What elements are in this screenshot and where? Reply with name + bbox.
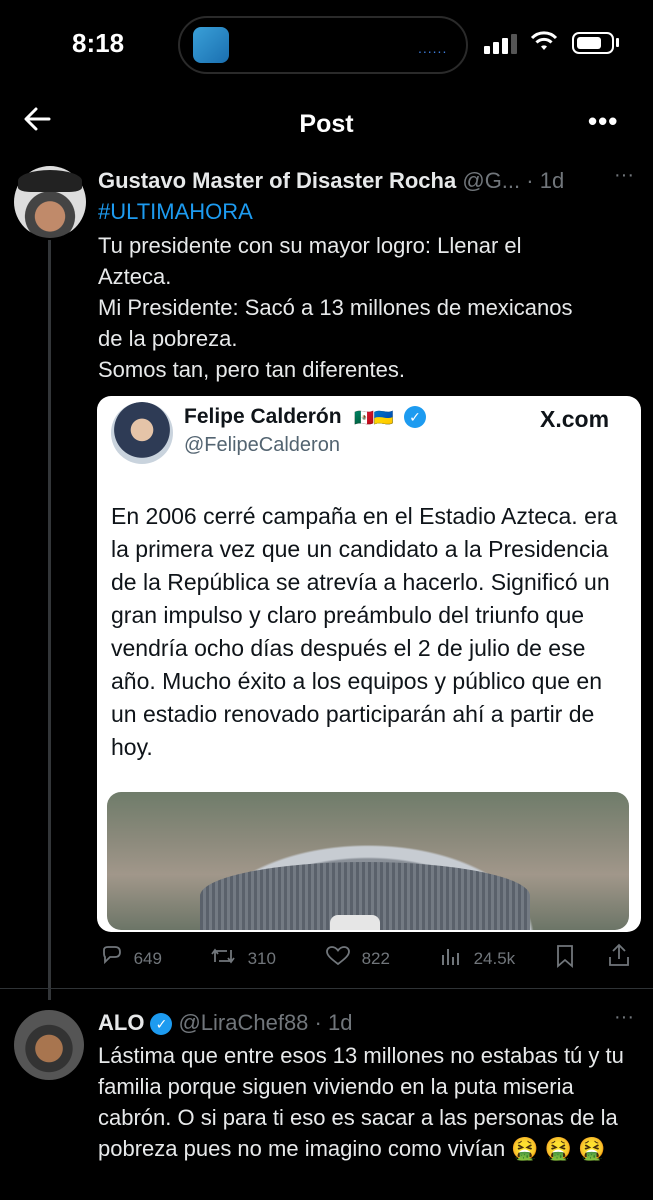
reply-icon bbox=[100, 946, 128, 971]
embedded-author-name: Felipe Calderón bbox=[184, 405, 342, 428]
heart-icon bbox=[326, 946, 356, 971]
now-playing-artwork bbox=[193, 27, 229, 63]
share-icon[interactable] bbox=[608, 942, 630, 974]
post-header: Gustavo Master of Disaster Rocha @G... ·… bbox=[98, 168, 564, 194]
post-age: · 1d bbox=[314, 1010, 353, 1035]
post-text: Tu presidente con su mayor logro: Llenar… bbox=[98, 233, 573, 382]
like-button[interactable]: 822 bbox=[326, 946, 390, 972]
battery-tip bbox=[616, 38, 619, 47]
reply-button[interactable]: 649 bbox=[100, 946, 162, 972]
wifi-icon bbox=[530, 30, 558, 59]
avatar[interactable] bbox=[14, 1010, 84, 1080]
reply-header: ALO ✓ @LiraChef88 · 1d bbox=[98, 1010, 352, 1036]
divider bbox=[0, 988, 653, 989]
post-age: · 1d bbox=[526, 168, 565, 193]
page-title: Post bbox=[299, 110, 354, 138]
embedded-avatar bbox=[111, 402, 173, 464]
avatar-hat bbox=[18, 170, 82, 192]
author-handle[interactable]: @G... bbox=[462, 168, 520, 193]
embedded-author-handle: @FelipeCalderon bbox=[184, 434, 340, 456]
author-name[interactable]: ALO bbox=[98, 1010, 144, 1035]
status-time: 8:18 bbox=[72, 28, 125, 58]
signal-icon bbox=[484, 32, 520, 54]
views-button[interactable]: 24.5k bbox=[440, 946, 515, 972]
bookmark-icon[interactable] bbox=[555, 944, 575, 974]
author-handle[interactable]: @LiraChef88 bbox=[178, 1010, 308, 1035]
source-label: X.com bbox=[540, 406, 610, 432]
thread-connector-line bbox=[48, 240, 51, 1000]
repost-icon bbox=[210, 948, 242, 971]
battery-icon bbox=[572, 32, 614, 54]
views-chart-icon bbox=[440, 949, 468, 971]
post-more-icon[interactable]: ··· bbox=[614, 1006, 634, 1029]
more-options-icon[interactable]: ••• bbox=[588, 106, 618, 137]
reply-count: 649 bbox=[133, 949, 162, 968]
post-more-icon[interactable]: ··· bbox=[614, 164, 634, 187]
island-activity-dots: ...... bbox=[418, 40, 448, 56]
author-name[interactable]: Gustavo Master of Disaster Rocha bbox=[98, 168, 456, 193]
repost-count: 310 bbox=[247, 949, 276, 968]
reply-text: Lástima que entre esos 13 millones no es… bbox=[98, 1043, 624, 1161]
hashtag-link[interactable]: #ULTIMAHORA bbox=[98, 199, 253, 225]
views-count: 24.5k bbox=[473, 949, 516, 968]
like-count: 822 bbox=[361, 949, 390, 968]
embedded-flags: 🇲🇽🇺🇦 bbox=[354, 410, 394, 427]
repost-button[interactable]: 310 bbox=[210, 946, 276, 972]
verified-badge-icon: ✓ bbox=[150, 1013, 173, 1035]
verified-badge-icon: ✓ bbox=[404, 406, 426, 428]
stadium-stage bbox=[330, 915, 380, 930]
embedded-text: En 2006 cerré campaña en el Estadio Azte… bbox=[111, 503, 618, 760]
